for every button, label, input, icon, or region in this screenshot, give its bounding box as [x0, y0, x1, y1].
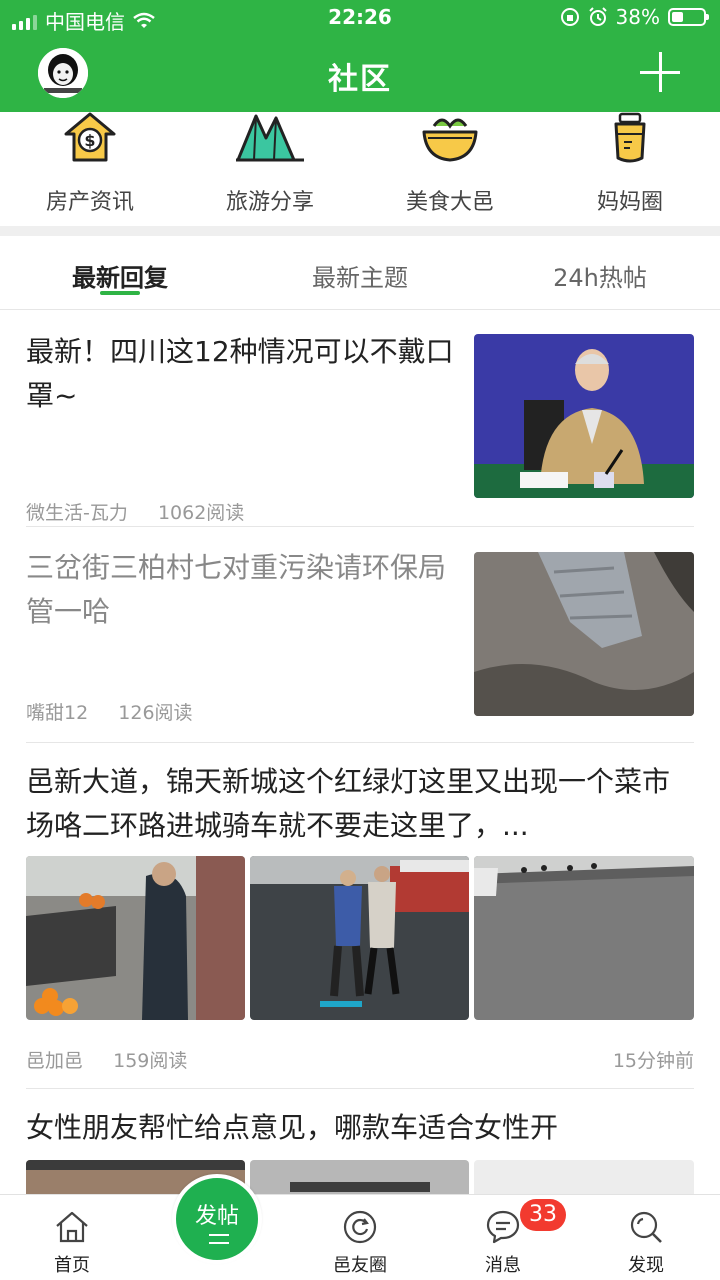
new-post-button[interactable]: 发帖: [172, 1174, 262, 1264]
bottom-tab-bar: 首页 邑友圈 消息 发现: [0, 1194, 720, 1280]
status-bar: 中国电信 22:26 38%: [0, 0, 720, 38]
tab-label: 最新回复: [72, 264, 168, 292]
category-mom[interactable]: 妈妈圈: [540, 112, 720, 226]
post-title: 最新！四川这12种情况可以不戴口罩~: [26, 335, 454, 412]
svg-text:$: $: [84, 131, 95, 150]
add-button[interactable]: [640, 52, 680, 92]
page-title: 社区: [328, 62, 392, 97]
search-icon: [630, 1211, 662, 1243]
tab-label: 24h热帖: [553, 264, 647, 292]
home-icon: [56, 1211, 88, 1243]
post-title: 女性朋友帮忙给点意见，哪款车适合女性开: [26, 1111, 559, 1144]
post-author: 邑加邑: [26, 1050, 84, 1072]
category-label: 旅游分享: [225, 190, 314, 215]
circle-refresh-icon: [343, 1210, 377, 1244]
post-author: 嘴甜12: [26, 702, 89, 724]
post-title: 三岔街三柏村七对重污染请环保局管一哈: [26, 551, 447, 628]
post-author: 微生活-瓦力: [26, 502, 128, 524]
post-read-count: 159阅读: [113, 1050, 188, 1072]
category-grid: $ 房产资讯 旅游分享 美食大邑 妈妈圈: [0, 112, 720, 226]
alarm-icon: [588, 7, 607, 26]
baby-bottle-icon: [614, 112, 646, 163]
category-travel[interactable]: 旅游分享: [180, 112, 360, 226]
active-tab-indicator: [100, 291, 140, 295]
orientation-lock-icon: [560, 8, 579, 26]
battery-percent: 38%: [615, 5, 660, 29]
messages-badge: 33: [520, 1199, 566, 1231]
feed-tabs: 最新回复 最新主题 24h热帖: [0, 236, 720, 310]
menu-lines-icon: [209, 1234, 229, 1244]
battery-icon: [668, 8, 709, 26]
post-divider: [26, 526, 694, 527]
post-image: [474, 856, 694, 1020]
post-item[interactable]: 三岔街三柏村七对重污染请环保局管一哈 嘴甜12 126阅读: [26, 546, 694, 736]
post-time: 15分钟前: [612, 1050, 694, 1072]
post-image: [474, 1160, 694, 1194]
house-coin-icon: $: [64, 112, 116, 162]
section-divider: [0, 226, 720, 236]
tab-circle[interactable]: 邑友圈: [300, 1195, 420, 1280]
category-food[interactable]: 美食大邑: [360, 112, 540, 226]
tab-label: 最新主题: [312, 264, 408, 292]
post-item[interactable]: 邑新大道，锦天新城这个红绿灯这里又出现一个菜市场咯二环路进城骑车就不要走这里了，…: [26, 760, 694, 1072]
post-divider: [26, 1088, 694, 1089]
tab-latest-replies[interactable]: 最新回复: [0, 236, 240, 309]
category-house[interactable]: $ 房产资讯: [0, 112, 180, 226]
mountain-icon: [236, 114, 304, 162]
post-read-count: 126阅读: [118, 702, 193, 724]
tab-discover[interactable]: 发现: [586, 1195, 706, 1280]
post-feed: 最新！四川这12种情况可以不戴口罩~ 微生活-瓦力 1062阅读 三岔街三柏村七: [0, 310, 720, 1194]
tab-label: 消息: [485, 1255, 521, 1276]
post-read-count: 1062阅读: [157, 502, 245, 524]
app-header: 中国电信 22:26 38% 社区: [0, 0, 720, 112]
category-label: 美食大邑: [405, 190, 494, 215]
tab-latest-topics[interactable]: 最新主题: [240, 236, 480, 309]
post-item[interactable]: 女性朋友帮忙给点意见，哪款车适合女性开: [26, 1106, 694, 1194]
tab-24h-hot[interactable]: 24h热帖: [480, 236, 720, 309]
post-title: 邑新大道，锦天新城这个红绿灯这里又出现一个菜市场咯二环路进城骑车就不要走这里了，…: [26, 765, 671, 842]
category-label: 房产资讯: [45, 190, 134, 215]
chat-bubble-icon: [486, 1210, 520, 1244]
noodle-bowl-icon: [422, 118, 478, 162]
post-image: [250, 1160, 469, 1194]
post-image: [26, 856, 245, 1020]
tab-label: 邑友圈: [333, 1255, 387, 1276]
post-item[interactable]: 最新！四川这12种情况可以不戴口罩~ 微生活-瓦力 1062阅读: [26, 330, 694, 524]
nav-bar: 社区: [0, 38, 720, 112]
tab-home[interactable]: 首页: [12, 1195, 132, 1280]
post-thumbnail: [474, 552, 694, 716]
tab-label: 首页: [54, 1255, 90, 1276]
post-image: [250, 856, 469, 1020]
post-thumbnail: [474, 334, 694, 498]
tab-label: 发现: [628, 1255, 664, 1276]
category-label: 妈妈圈: [596, 190, 663, 215]
post-divider: [26, 742, 694, 743]
new-post-label: 发帖: [194, 1204, 239, 1229]
